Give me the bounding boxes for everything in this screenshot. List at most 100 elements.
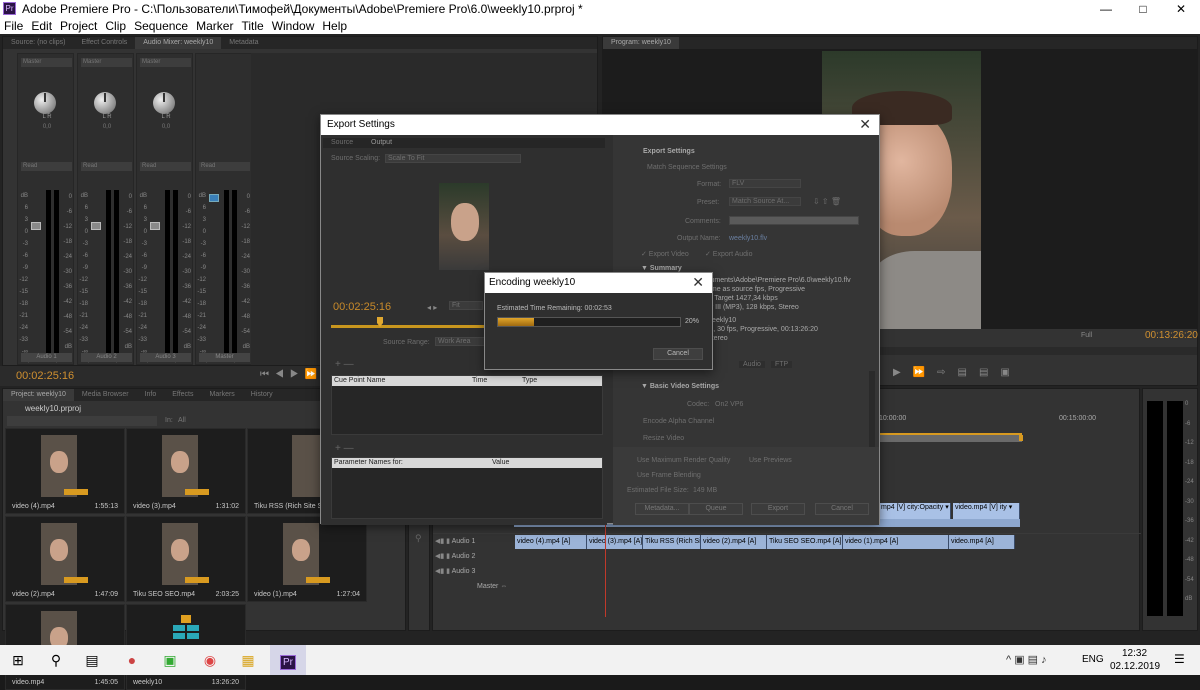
audio-clip[interactable]: video.mp4 [A] <box>949 535 1015 549</box>
tab-media-browser[interactable]: Media Browser <box>74 389 137 401</box>
work-area-bar[interactable] <box>879 433 1022 442</box>
close-button[interactable]: ✕ <box>1162 0 1200 18</box>
clock-date[interactable]: 02.12.2019 <box>1110 661 1160 672</box>
audio-clip[interactable]: Tiku SEO SEO.mp4 [A] <box>767 535 843 549</box>
premiere-taskbar-icon[interactable]: Pr <box>270 645 306 675</box>
color-app-icon[interactable]: ● <box>114 645 150 675</box>
menu-sequence[interactable]: Sequence <box>130 18 192 34</box>
export-video-checkbox[interactable]: ✓ Export Video <box>641 250 689 258</box>
track-header-audio-2[interactable]: ◀▮ ▮ Audio 2 <box>435 550 515 564</box>
export-audio-checkbox[interactable]: ✓ Export Audio <box>705 250 753 258</box>
file-explorer-icon[interactable]: ▦ <box>230 645 266 675</box>
source-scaling-select[interactable]: Scale To Fit <box>385 154 521 163</box>
work-area-end-handle[interactable] <box>1019 435 1023 441</box>
export-close-icon[interactable]: ✕ <box>859 116 871 133</box>
menu-edit[interactable]: Edit <box>27 18 56 34</box>
strip-mode-select[interactable]: Master <box>140 58 191 67</box>
tab-source[interactable]: Source: (no clips) <box>3 37 73 49</box>
tab-effect-controls[interactable]: Effect Controls <box>73 37 135 49</box>
menu-project[interactable]: Project <box>56 18 101 34</box>
menu-clip[interactable]: Clip <box>101 18 130 34</box>
use-previews-checkbox[interactable]: Use Previews <box>749 457 792 464</box>
track-header-audio-1[interactable]: ◀▮ ▮ Audio 1 <box>435 535 515 549</box>
strip-mode-select[interactable]: Master <box>21 58 72 67</box>
tab-audio-mixer[interactable]: Audio Mixer: weekly10 <box>135 37 222 49</box>
match-sequence-checkbox[interactable]: Match Sequence Settings <box>647 164 727 171</box>
program-fit-select[interactable]: Full <box>1081 332 1092 339</box>
resize-video-checkbox[interactable]: Resize Video <box>643 435 684 442</box>
audio-clip[interactable]: video (4).mp4 [A] <box>515 535 587 549</box>
tab-program[interactable]: Program: weekly10 <box>603 37 679 49</box>
task-view-icon[interactable]: ▤ <box>74 645 110 675</box>
metadata-button[interactable]: Metadata... <box>635 503 689 515</box>
encode-alpha-checkbox[interactable]: Encode Alpha Channel <box>643 418 714 425</box>
comments-input[interactable] <box>729 216 859 225</box>
export-button[interactable]: Export <box>751 503 805 515</box>
preset-select[interactable]: Match Source At... <box>729 197 801 206</box>
playhead-line[interactable] <box>605 517 606 617</box>
project-in-select[interactable]: All <box>178 417 186 424</box>
volume-fader[interactable] <box>31 222 41 230</box>
notification-icon[interactable]: ☰ <box>1174 652 1185 666</box>
cancel-export-button[interactable]: Cancel <box>815 503 869 515</box>
project-item[interactable]: video (2).mp4 1:47:09 <box>5 516 125 602</box>
language-indicator[interactable]: ENG <box>1082 654 1104 665</box>
pan-knob-icon[interactable] <box>153 92 175 114</box>
chrome-icon[interactable]: ◉ <box>192 645 228 675</box>
menu-title[interactable]: Title <box>237 18 267 34</box>
settings-scrollbar[interactable] <box>869 371 875 451</box>
search-icon[interactable]: ⚲ <box>38 645 74 675</box>
tab-out-audio[interactable]: Audio <box>739 361 765 368</box>
automation-select[interactable]: Read <box>140 162 191 171</box>
tab-history[interactable]: History <box>243 389 281 401</box>
clock-time[interactable]: 12:32 <box>1122 648 1147 659</box>
volume-fader[interactable] <box>91 222 101 230</box>
project-item[interactable]: Tiku SEO SEO.mp4 2:03:25 <box>126 516 246 602</box>
project-search-input[interactable] <box>7 416 157 426</box>
automation-select[interactable]: Read <box>81 162 132 171</box>
windows-start-icon[interactable]: ⊞ <box>0 645 36 675</box>
project-item[interactable]: video (1).mp4 1:27:04 <box>247 516 367 602</box>
add-cue-icon[interactable]: + — <box>335 359 354 370</box>
menu-window[interactable]: Window <box>268 18 319 34</box>
pan-knob-icon[interactable] <box>34 92 56 114</box>
track-header-master[interactable]: Master ⇔ <box>477 580 557 594</box>
add-param-icon[interactable]: + — <box>335 443 354 454</box>
export-frame-step-icons[interactable]: ◂ ▸ <box>427 303 437 312</box>
queue-button[interactable]: Queue <box>689 503 743 515</box>
max-render-checkbox[interactable]: Use Maximum Render Quality <box>637 457 730 464</box>
zoom-tool-icon[interactable]: ⚲ <box>415 533 422 544</box>
menu-marker[interactable]: Marker <box>192 18 237 34</box>
audio-clip[interactable]: video (2).mp4 [A] <box>701 535 767 549</box>
maximize-button[interactable]: □ <box>1124 0 1162 18</box>
green-app-icon[interactable]: ▣ <box>152 645 188 675</box>
pan-knob-icon[interactable] <box>94 92 116 114</box>
output-name-link[interactable]: weekly10.flv <box>729 235 767 242</box>
tab-out-ftp[interactable]: FTP <box>771 361 793 368</box>
tab-markers[interactable]: Markers <box>202 389 243 401</box>
export-fit-select[interactable]: Fit <box>449 301 483 310</box>
project-item[interactable]: video (4).mp4 1:55:13 <box>5 428 125 514</box>
minimize-button[interactable]: — <box>1087 0 1125 18</box>
volume-fader[interactable] <box>150 222 160 230</box>
menu-help[interactable]: Help <box>318 18 351 34</box>
tab-info[interactable]: Info <box>137 389 165 401</box>
track-header-audio-3[interactable]: ◀▮ ▮ Audio 3 <box>435 565 515 579</box>
menu-file[interactable]: File <box>0 18 27 34</box>
project-item[interactable]: video (3).mp4 1:31:02 <box>126 428 246 514</box>
audio-clip[interactable]: video (1).mp4 [A] <box>843 535 949 549</box>
tab-export-output[interactable]: Output <box>371 139 392 146</box>
tab-effects[interactable]: Effects <box>164 389 201 401</box>
format-select[interactable]: FLV <box>729 179 801 188</box>
audio-clip[interactable]: Tiku RSS (Rich Sit <box>643 535 701 549</box>
frame-blending-checkbox[interactable]: Use Frame Blending <box>637 472 701 479</box>
program-transport-icons[interactable]: ▶⏩⇨▤▤▣ <box>893 367 1022 378</box>
cancel-encoding-button[interactable]: Cancel <box>653 348 703 360</box>
tray-icons[interactable]: ^ ▣ ▤ ♪ <box>1006 653 1047 666</box>
tab-metadata[interactable]: Metadata <box>221 37 266 49</box>
volume-fader[interactable] <box>209 194 219 202</box>
source-range-select[interactable]: Work Area <box>435 337 489 346</box>
encoding-close-icon[interactable]: ✕ <box>692 274 704 291</box>
audio-clip[interactable]: video (3).mp4 [A] <box>587 535 643 549</box>
strip-mode-select[interactable]: Master <box>81 58 132 67</box>
